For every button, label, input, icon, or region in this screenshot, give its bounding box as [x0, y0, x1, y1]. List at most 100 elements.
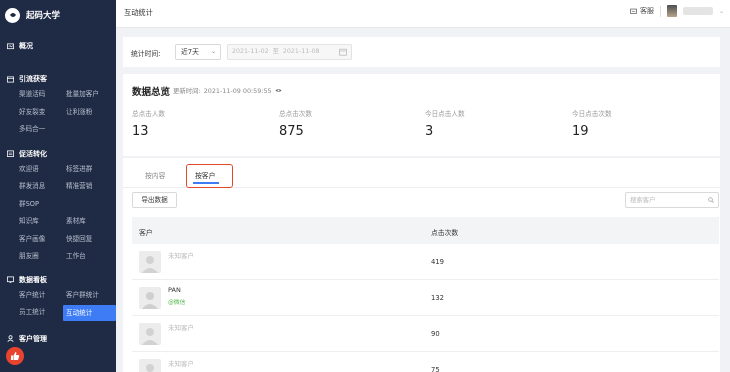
- sidebar-item-material-library[interactable]: 素材库: [66, 213, 116, 231]
- stat-today-clickers: 今日点击人数 3: [425, 108, 465, 139]
- thumbs-up-fab[interactable]: [6, 347, 24, 365]
- customer-name: 未知客户: [168, 324, 194, 332]
- table-row[interactable]: 未知客户 90: [132, 316, 719, 352]
- eye-icon[interactable]: [275, 87, 282, 94]
- table-header: 客户 点击次数: [132, 217, 719, 244]
- customer-avatar: [139, 251, 161, 273]
- thumbs-up-icon: [11, 352, 20, 360]
- sidebar-item-moments[interactable]: 朋友圈: [19, 248, 64, 266]
- default-avatar-icon: [139, 251, 161, 273]
- brand-name: 起码大学: [26, 11, 61, 21]
- section-title: 促活转化: [19, 149, 47, 158]
- header-right: 客服 ⌄: [630, 5, 724, 17]
- column-header-customer: 客户: [139, 229, 153, 237]
- stat-label: 总点击人数: [132, 110, 165, 118]
- click-count: 75: [431, 366, 440, 372]
- filter-label: 统计时间:: [131, 50, 161, 58]
- sidebar-item-precise-marketing[interactable]: 精准营销: [66, 178, 116, 196]
- filter-card: 统计时间: 近7天 ⌄ 2021-11-02 至 2021-11-08: [123, 37, 720, 67]
- sidebar-item-discount-fans[interactable]: 让利涨粉: [66, 104, 116, 122]
- default-avatar-icon: [139, 359, 161, 372]
- table-row[interactable]: PAN @微信 132: [132, 280, 719, 316]
- chevron-down-icon: ⌄: [210, 48, 216, 55]
- sidebar: 起码大学 概况 引流获客 渠道活码 批量加客户 好友裂变 让利涨粉 多码合一 促…: [0, 0, 116, 372]
- default-avatar-icon: [139, 323, 161, 345]
- sidebar-item-friend-fission[interactable]: 好友裂变: [19, 104, 64, 122]
- calendar-icon: [339, 48, 347, 56]
- sidebar-item-empty: [66, 196, 116, 214]
- export-button[interactable]: 导出数据: [132, 192, 177, 208]
- overview-title: 数据总览: [132, 87, 171, 98]
- section-customer-mgmt[interactable]: 客户管理: [0, 332, 116, 346]
- section-acquisition[interactable]: 引流获客: [0, 72, 116, 86]
- chevron-down-icon[interactable]: ⌄: [719, 8, 724, 15]
- section-conversion[interactable]: 促活转化: [0, 147, 116, 161]
- update-time-label: 更新时间:: [173, 87, 201, 95]
- user-avatar[interactable]: [666, 5, 677, 17]
- click-count: 132: [431, 294, 444, 302]
- calendar-icon: [7, 150, 14, 157]
- sidebar-item-customer-profile[interactable]: 客户画像: [19, 231, 64, 249]
- section-title: 数据看板: [19, 275, 47, 284]
- sidebar-item-group-stats[interactable]: 客户群统计: [66, 287, 116, 305]
- header-divider: [659, 5, 661, 17]
- customer-search-input[interactable]: 搜索客户: [625, 192, 719, 208]
- user-name-blurred[interactable]: [682, 7, 713, 15]
- customer-service-label: 客服: [639, 7, 654, 15]
- stat-value: 19: [572, 124, 589, 139]
- table-row[interactable]: 未知客户 419: [132, 244, 719, 280]
- sidebar-item-channel-code[interactable]: 渠道活码: [19, 86, 64, 104]
- click-count: 90: [431, 330, 440, 338]
- brand[interactable]: 起码大学: [0, 0, 116, 30]
- sidebar-item-batch-add[interactable]: 批量加客户: [66, 86, 116, 104]
- top-header: 互动统计 客服 ⌄: [116, 0, 730, 28]
- column-header-clicks: 点击次数: [431, 229, 459, 237]
- sidebar-item-welcome[interactable]: 欢迎语: [19, 161, 64, 179]
- stat-value: 13: [132, 124, 149, 139]
- tab-by-content[interactable]: 按内容: [145, 170, 165, 180]
- brand-logo-icon: [5, 7, 20, 23]
- time-range-value: 近7天: [181, 48, 199, 56]
- default-avatar-icon: [139, 287, 161, 309]
- table-row[interactable]: 未知客户 75: [132, 352, 719, 372]
- update-time: 更新时间: 2021-11-09 00:59:55: [173, 86, 282, 95]
- section-overview[interactable]: 概况: [0, 39, 116, 53]
- date-end: 2021-11-08: [282, 48, 320, 55]
- message-icon: [630, 8, 637, 14]
- sidebar-item-mass-message[interactable]: 群发消息: [19, 178, 64, 196]
- user-icon: [7, 335, 14, 342]
- sidebar-item-workbench[interactable]: 工作台: [66, 248, 116, 266]
- click-count: 419: [431, 258, 444, 266]
- sidebar-item-customer-stats[interactable]: 客户统计: [19, 287, 64, 305]
- stat-value: 875: [279, 124, 304, 139]
- stat-label: 今日点击人数: [425, 110, 465, 118]
- customer-name: 未知客户: [168, 360, 194, 368]
- update-time-value: 2021-11-09 00:59:55: [203, 86, 272, 95]
- stats-table-card: 按内容 按客户 导出数据 搜索客户 客户 点击次数 未知客户 419 PAN @…: [123, 158, 720, 372]
- time-range-select[interactable]: 近7天 ⌄: [175, 44, 221, 60]
- search-icon[interactable]: [708, 197, 714, 203]
- sidebar-item-multi-code[interactable]: 多码合一: [19, 121, 64, 139]
- section-title: 引流获客: [19, 75, 47, 83]
- sidebar-item-knowledge-base[interactable]: 知识库: [19, 213, 64, 231]
- customer-name: 未知客户: [168, 252, 194, 260]
- funnel-icon: [7, 75, 14, 83]
- date-range-picker[interactable]: 2021-11-02 至 2021-11-08: [227, 44, 352, 60]
- sidebar-item-group-sop[interactable]: 群SOP: [19, 196, 64, 214]
- search-placeholder: 搜索客户: [630, 196, 656, 204]
- sidebar-item-staff-stats[interactable]: 员工统计: [19, 304, 64, 322]
- customer-service-button[interactable]: 客服: [630, 6, 654, 16]
- section-title: 客户管理: [19, 334, 47, 343]
- date-separator: 至: [272, 48, 279, 55]
- sidebar-item-tag-group[interactable]: 标签进群: [66, 161, 116, 179]
- tab-bar: 按内容 按客户: [123, 158, 720, 188]
- customer-avatar: [139, 359, 161, 372]
- stat-total-clickers: 总点击人数 13: [132, 108, 165, 139]
- sidebar-item-quick-reply[interactable]: 快捷回复: [66, 231, 116, 249]
- overview-card: 数据总览 更新时间: 2021-11-09 00:59:55 总点击人数 13 …: [123, 74, 720, 156]
- sidebar-item-interaction-stats[interactable]: 互动统计: [63, 305, 116, 321]
- wechat-badge: @微信: [168, 300, 186, 306]
- section-data-board[interactable]: 数据看板: [0, 273, 116, 287]
- stat-value: 3: [425, 124, 434, 139]
- customer-avatar: [139, 287, 161, 309]
